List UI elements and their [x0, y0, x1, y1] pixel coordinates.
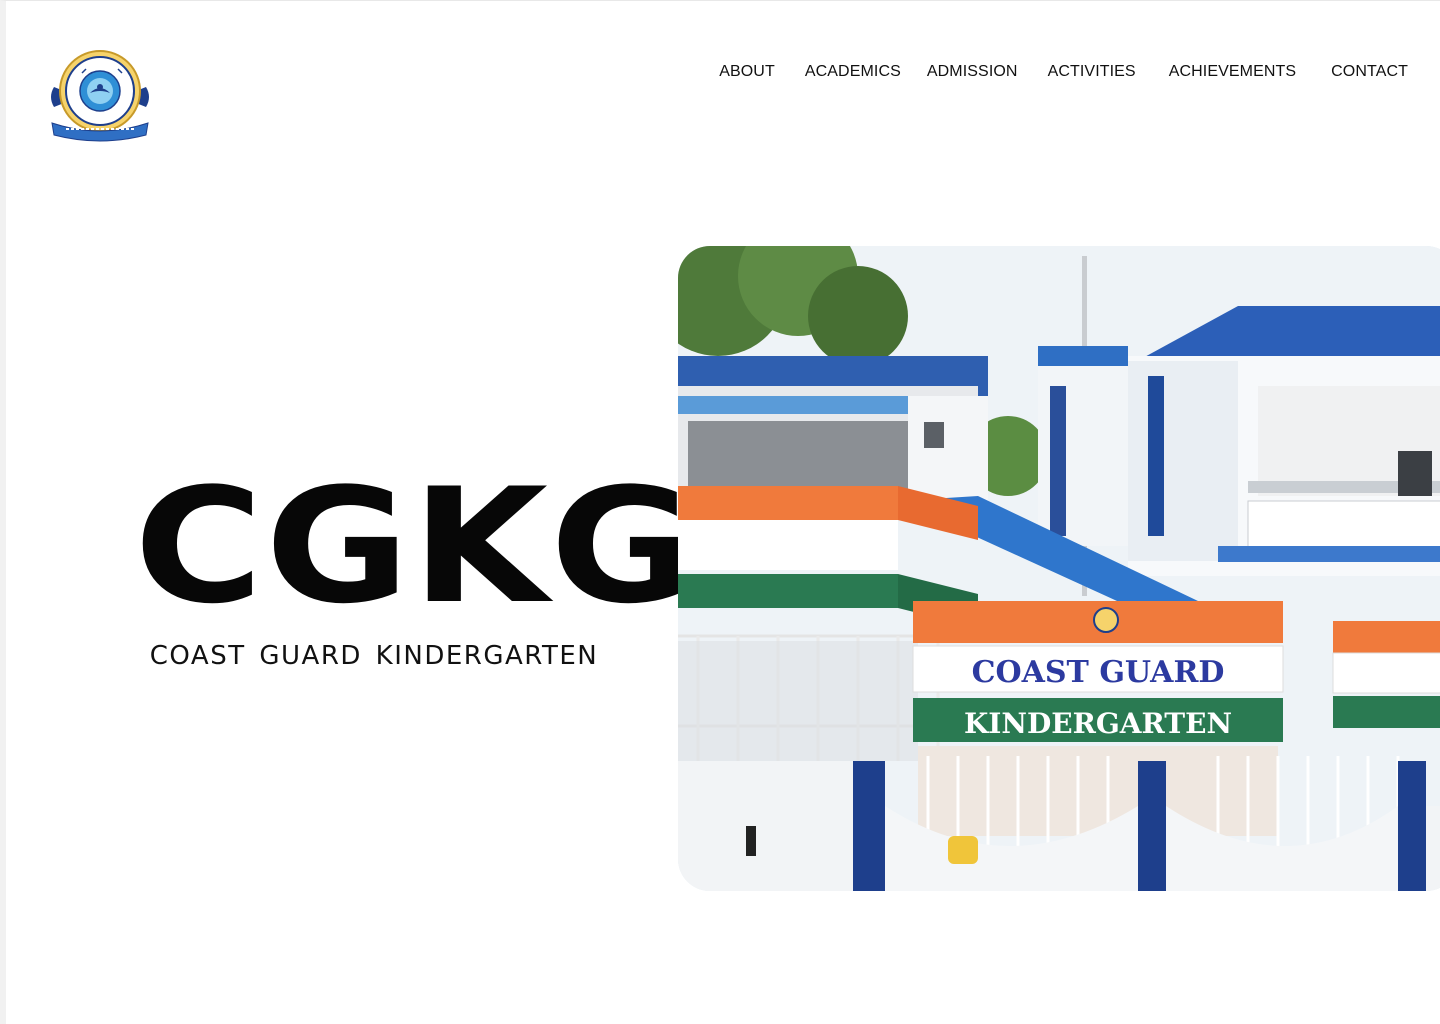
- school-building-photo: COAST GUARD KINDERGARTEN: [678, 246, 1440, 891]
- main-nav: ABOUT ACADEMICS ADMISSION ACTIVITIES ACH…: [719, 63, 1408, 81]
- sign-line-2: KINDERGARTEN: [964, 707, 1232, 740]
- nav-admission[interactable]: ADMISSION: [927, 63, 1018, 81]
- nav-achievements[interactable]: ACHIEVEMENTS: [1169, 63, 1296, 81]
- school-logo[interactable]: [46, 47, 154, 145]
- nav-about[interactable]: ABOUT: [719, 63, 775, 81]
- nav-contact[interactable]: CONTACT: [1331, 63, 1408, 81]
- hero-photo: COAST GUARD KINDERGARTEN: [678, 246, 1440, 891]
- school-crest-icon: [51, 50, 149, 142]
- nav-academics[interactable]: ACADEMICS: [805, 63, 901, 81]
- brand-subtitle: COAST GUARD KINDERGARTEN: [149, 641, 599, 671]
- brand-mark: CGKG: [134, 454, 697, 639]
- hero-brand: CGKG COAST GUARD KINDERGARTEN: [134, 454, 697, 671]
- nav-activities[interactable]: ACTIVITIES: [1048, 63, 1136, 81]
- sign-line-1: COAST GUARD: [972, 655, 1225, 690]
- homepage: ABOUT ACADEMICS ADMISSION ACTIVITIES ACH…: [0, 0, 1440, 1024]
